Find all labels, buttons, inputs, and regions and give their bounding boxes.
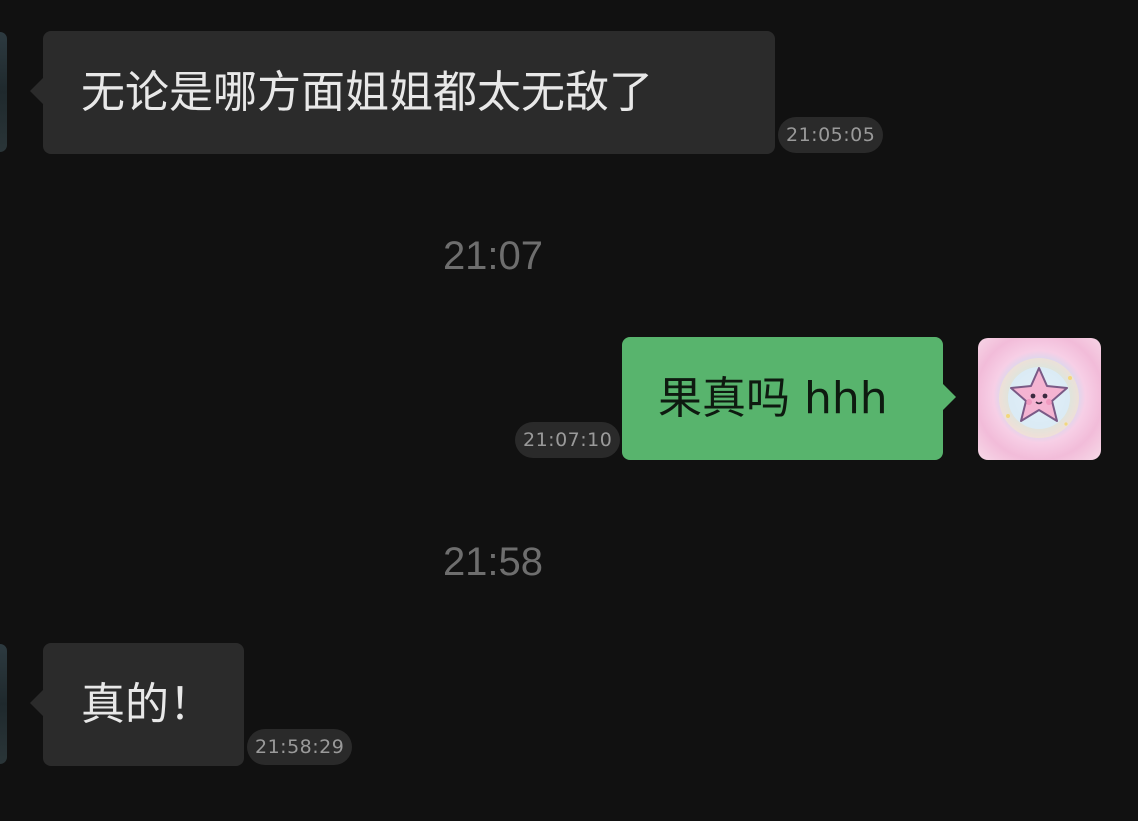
message-timestamp: 21:05:05 bbox=[778, 117, 884, 153]
message-bubble-incoming[interactable]: 真的！ bbox=[30, 643, 244, 766]
message-text: 无论是哪方面姐姐都太无敌了 bbox=[81, 66, 653, 118]
my-avatar[interactable] bbox=[978, 338, 1101, 460]
time-divider: 21:58 bbox=[442, 540, 544, 584]
pink-star-sticker-icon bbox=[999, 358, 1079, 438]
contact-avatar[interactable] bbox=[0, 644, 7, 764]
message-bubble-incoming[interactable]: 无论是哪方面姐姐都太无敌了 bbox=[30, 31, 775, 154]
message-timestamp: 21:58:29 bbox=[247, 729, 353, 765]
time-divider: 21:07 bbox=[442, 234, 544, 278]
message-timestamp: 21:07:10 bbox=[515, 422, 621, 458]
chat-view: 无论是哪方面姐姐都太无敌了 21:05:05 21:07 21:07:10 果真… bbox=[0, 0, 1138, 821]
message-text: 果真吗 hhh bbox=[658, 372, 888, 424]
message-bubble-outgoing[interactable]: 果真吗 hhh bbox=[622, 337, 956, 460]
contact-avatar[interactable] bbox=[0, 32, 7, 152]
message-text: 真的！ bbox=[81, 678, 213, 730]
